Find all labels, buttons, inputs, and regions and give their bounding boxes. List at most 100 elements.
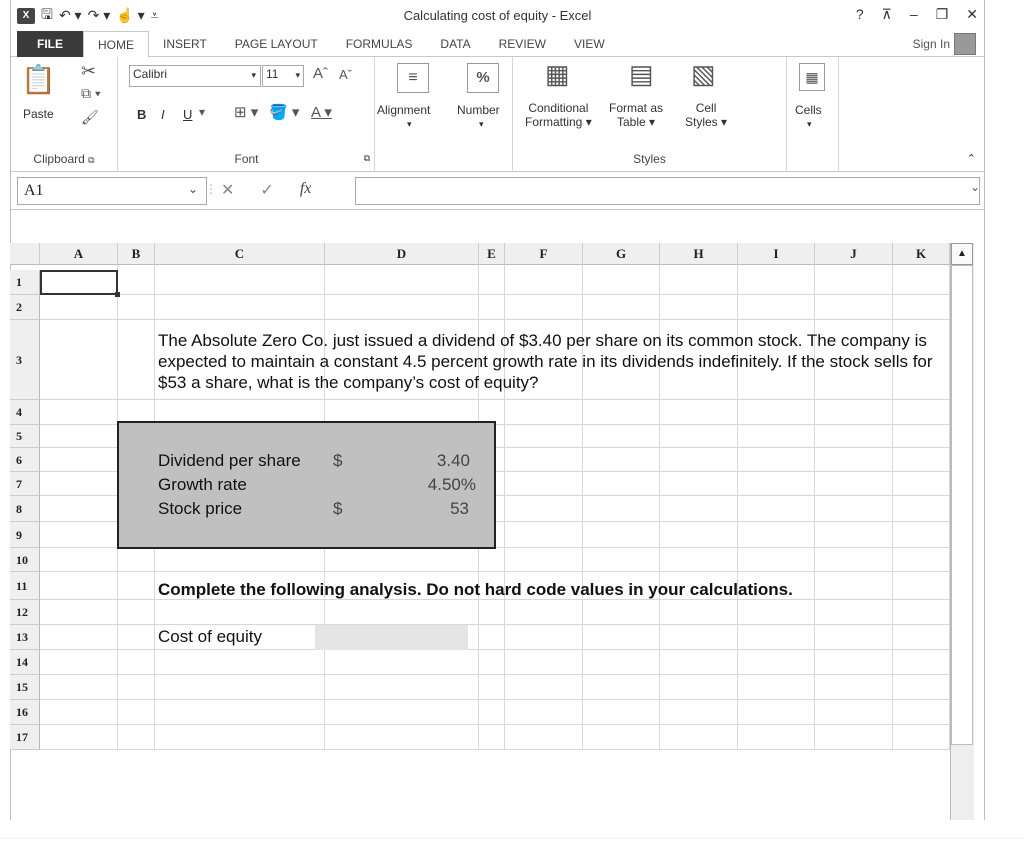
close-icon[interactable]: ✕ bbox=[966, 6, 978, 23]
excel-logo-icon: X bbox=[17, 7, 35, 24]
alignment-button[interactable]: Alignment bbox=[377, 103, 430, 117]
column-header-f[interactable]: F bbox=[505, 243, 583, 265]
row-header-17[interactable]: 17 bbox=[10, 725, 40, 750]
cells-button[interactable]: Cells bbox=[795, 103, 822, 117]
formula-input[interactable] bbox=[355, 177, 980, 205]
cell-styles-button[interactable]: Cell Styles ▾ bbox=[685, 101, 727, 129]
decrease-font-icon[interactable]: Aˇ bbox=[339, 67, 352, 82]
tab-data[interactable]: DATA bbox=[426, 31, 484, 57]
alignment-dropdown-icon[interactable]: ▾ bbox=[407, 119, 412, 130]
tab-review[interactable]: REVIEW bbox=[485, 31, 560, 57]
column-header-k[interactable]: K bbox=[893, 243, 950, 265]
cancel-icon[interactable]: ✕ bbox=[221, 180, 234, 200]
format-painter-icon[interactable]: 🖌 bbox=[81, 109, 99, 126]
cost-of-equity-input-cell[interactable] bbox=[315, 625, 468, 650]
font-size-select[interactable]: 11 ▾ bbox=[262, 65, 304, 87]
row-header-2[interactable]: 2 bbox=[10, 295, 40, 320]
row-header-5[interactable]: 5 bbox=[10, 425, 40, 448]
cell-styles-icon[interactable]: ▧ bbox=[691, 59, 716, 90]
restore-icon[interactable]: ❐ bbox=[936, 6, 949, 23]
format-as-table-icon[interactable]: ▤ bbox=[629, 59, 654, 90]
cells-dropdown-icon[interactable]: ▾ bbox=[807, 119, 812, 130]
scroll-up-icon[interactable]: ▲ bbox=[951, 243, 973, 265]
row-header-7[interactable]: 7 bbox=[10, 472, 40, 496]
select-all-corner[interactable] bbox=[10, 243, 40, 265]
column-header-g[interactable]: G bbox=[583, 243, 660, 265]
column-header-b[interactable]: B bbox=[118, 243, 155, 265]
conditional-formatting-icon[interactable]: ▦ bbox=[545, 59, 570, 90]
cut-icon[interactable]: ✂ bbox=[81, 61, 96, 82]
minimize-icon[interactable]: – bbox=[910, 6, 918, 23]
column-header-j[interactable]: J bbox=[815, 243, 893, 265]
row-header-8[interactable]: 8 bbox=[10, 496, 40, 522]
column-header-i[interactable]: I bbox=[738, 243, 815, 265]
row-header-14[interactable]: 14 bbox=[10, 650, 40, 675]
underline-dropdown-icon[interactable]: ▾ bbox=[199, 105, 205, 119]
fill-handle[interactable] bbox=[115, 292, 120, 297]
ribbon-display-icon[interactable]: ⊼ bbox=[882, 6, 892, 23]
percent-icon[interactable]: % bbox=[467, 63, 499, 93]
row-header-12[interactable]: 12 bbox=[10, 600, 40, 625]
dividend-value[interactable]: 3.40 bbox=[380, 451, 470, 471]
row-header-13[interactable]: 13 bbox=[10, 625, 40, 650]
underline-button[interactable]: U bbox=[183, 107, 192, 122]
column-header-a[interactable]: A bbox=[40, 243, 118, 265]
row-header-9[interactable]: 9 bbox=[10, 522, 40, 548]
increase-font-icon[interactable]: Aˆ bbox=[313, 65, 328, 82]
conditional-formatting-button[interactable]: Conditional Formatting ▾ bbox=[525, 101, 592, 129]
copy-icon[interactable]: ⧉ ▾ bbox=[81, 85, 101, 102]
help-icon[interactable]: ? bbox=[856, 6, 864, 23]
row-header-6[interactable]: 6 bbox=[10, 448, 40, 472]
customize-toolbar-icon[interactable]: ⩡ bbox=[151, 7, 159, 24]
cells-icon[interactable]: ▦ bbox=[799, 63, 825, 91]
font-color-icon[interactable]: A ▾ bbox=[311, 103, 332, 121]
name-box[interactable]: A1 ⌄ bbox=[17, 177, 207, 205]
growth-rate-value[interactable]: 4.50% bbox=[380, 475, 476, 495]
tab-insert[interactable]: INSERT bbox=[149, 31, 221, 57]
redo-icon[interactable]: ↷ ▾ bbox=[88, 7, 111, 24]
italic-button[interactable]: I bbox=[161, 107, 165, 122]
font-dialog-launcher-icon[interactable]: ⧉ bbox=[364, 153, 370, 164]
column-header-c[interactable]: C bbox=[155, 243, 325, 265]
sign-in[interactable]: Sign In bbox=[913, 33, 976, 55]
number-button[interactable]: Number bbox=[457, 103, 500, 117]
row-header-16[interactable]: 16 bbox=[10, 700, 40, 725]
row-header-15[interactable]: 15 bbox=[10, 675, 40, 700]
save-icon[interactable]: 🖫 bbox=[41, 4, 53, 28]
borders-icon[interactable]: ⊞ ▾ bbox=[234, 103, 258, 121]
tab-view[interactable]: VIEW bbox=[560, 31, 619, 57]
avatar[interactable] bbox=[954, 33, 976, 55]
row-header-11[interactable]: 11 bbox=[10, 572, 40, 600]
tab-page-layout[interactable]: PAGE LAYOUT bbox=[221, 31, 332, 57]
fill-color-icon[interactable]: 🪣 ▾ bbox=[269, 103, 299, 121]
row-header-1[interactable]: 1 bbox=[10, 270, 40, 295]
undo-icon[interactable]: ↶ ▾ bbox=[59, 7, 82, 24]
tab-file[interactable]: FILE bbox=[17, 30, 83, 57]
number-dropdown-icon[interactable]: ▾ bbox=[479, 119, 484, 130]
stock-price-value[interactable]: 53 bbox=[380, 499, 469, 519]
format-as-table-button[interactable]: Format as Table ▾ bbox=[609, 101, 663, 129]
expand-formula-bar-icon[interactable]: ⌄ bbox=[970, 180, 980, 194]
touch-mode-icon[interactable]: ☝ ▾ bbox=[116, 7, 144, 24]
alignment-icon[interactable]: ≡ bbox=[397, 63, 429, 93]
paste-icon[interactable]: 📋 bbox=[21, 63, 56, 96]
column-header-e[interactable]: E bbox=[479, 243, 505, 265]
bold-button[interactable]: B bbox=[137, 107, 146, 122]
row-header-4[interactable]: 4 bbox=[10, 400, 40, 425]
sign-in-label[interactable]: Sign In bbox=[913, 37, 950, 51]
insert-function-icon[interactable]: fx bbox=[300, 180, 312, 200]
row-header-3[interactable]: 3 bbox=[10, 320, 40, 400]
name-box-dropdown-icon[interactable]: ⌄ bbox=[188, 182, 198, 197]
selected-cell-a1[interactable] bbox=[40, 270, 120, 297]
column-header-d[interactable]: D bbox=[325, 243, 479, 265]
tab-formulas[interactable]: FORMULAS bbox=[332, 31, 427, 57]
paste-label[interactable]: Paste bbox=[23, 107, 54, 121]
column-header-h[interactable]: H bbox=[660, 243, 738, 265]
font-name-select[interactable]: Calibri ▾ bbox=[129, 65, 261, 87]
vertical-scrollbar[interactable]: ▲ bbox=[950, 243, 974, 820]
enter-icon[interactable]: ✓ bbox=[260, 180, 273, 200]
collapse-ribbon-icon[interactable]: ⌃ bbox=[967, 152, 976, 165]
row-header-10[interactable]: 10 bbox=[10, 548, 40, 572]
scroll-thumb[interactable] bbox=[951, 265, 973, 745]
tab-home[interactable]: HOME bbox=[83, 30, 149, 58]
